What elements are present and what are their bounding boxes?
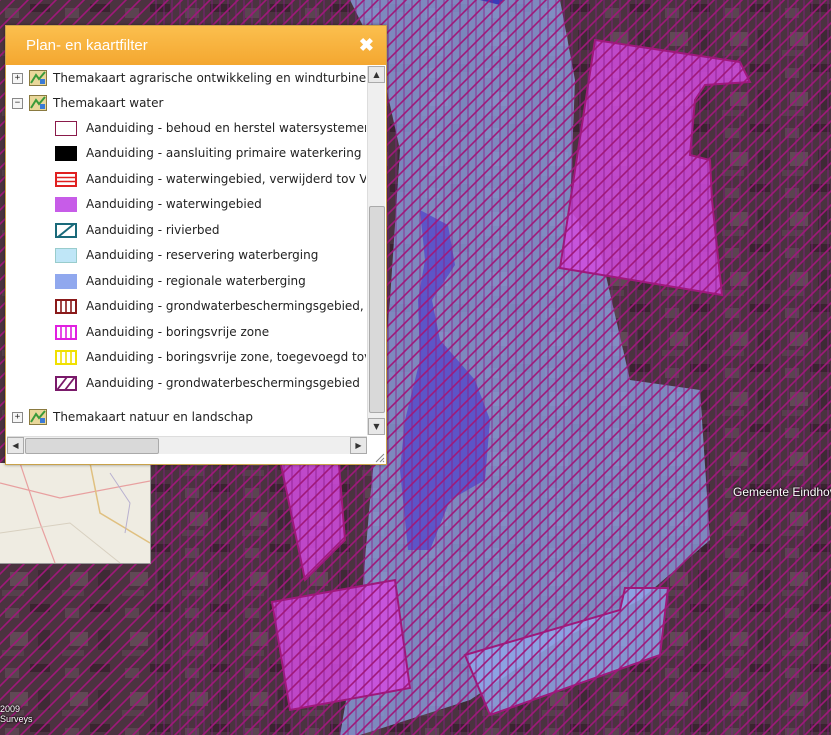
legend-item[interactable]: Aanduiding - regionale waterberging [55,270,306,292]
legend-item[interactable]: Aanduiding - reservering waterberging [55,244,318,266]
expand-icon[interactable]: + [12,411,23,423]
scroll-left-icon[interactable]: ◀ [7,437,24,454]
scroll-down-icon[interactable]: ▼ [368,418,385,435]
legend-swatch [55,375,77,391]
legend-item[interactable]: Aanduiding - grondwaterbeschermingsgebie… [55,295,366,317]
legend-item[interactable]: Aanduiding - waterwingebied, verwijderd … [55,168,366,190]
panel-title: Plan- en kaartfilter [26,37,148,54]
legend-item[interactable]: Aanduiding - aansluiting primaire waterk… [55,142,361,164]
filter-panel: Plan- en kaartfilter ✖ + Themakaart agra… [5,25,387,465]
legend-label: Aanduiding - waterwingebied [86,197,262,211]
map-layer-icon [29,409,47,425]
vertical-scrollbar[interactable]: ▲ ▼ [367,66,385,435]
map-layer-icon [29,95,47,111]
legend-label: Aanduiding - grondwaterbeschermingsgebie… [86,299,366,313]
tree-item-water[interactable]: − Themakaart water [7,91,163,115]
tree-item-agrarische[interactable]: + Themakaart agrarische ontwikkeling en … [7,66,366,90]
legend-item[interactable]: Aanduiding - rivierbed [55,219,220,241]
legend-item[interactable]: Aanduiding - grondwaterbeschermingsgebie… [55,372,360,394]
legend-swatch [55,349,77,365]
copyright-label: 2009 Surveys [0,704,33,724]
resize-grip-icon[interactable] [373,451,385,463]
horizontal-scrollbar[interactable]: ◀ ▶ [7,436,367,454]
place-label: Gemeente Eindhov [733,485,831,499]
legend-label: Aanduiding - aansluiting primaire waterk… [86,146,362,160]
close-icon[interactable]: ✖ [359,26,374,65]
legend-swatch [55,171,77,187]
horizontal-scroll-thumb[interactable] [25,438,159,454]
legend-label: Aanduiding - behoud en herstel watersyst… [86,121,366,135]
legend-swatch [55,145,77,161]
tree-item-label: Themakaart agrarische ontwikkeling en wi… [53,71,366,85]
legend-item[interactable]: Aanduiding - boringsvrije zone, toegevoe… [55,346,366,368]
tree-item-label: Themakaart natuur en landschap [53,410,254,424]
legend-label: Aanduiding - waterwingebied, verwijderd … [86,172,366,186]
legend-item[interactable]: Aanduiding - waterwingebied [55,193,262,215]
legend-label: Aanduiding - regionale waterberging [86,274,306,288]
tree-item-label: Themakaart water [53,96,164,110]
legend-item[interactable]: Aanduiding - boringsvrije zone [55,321,269,343]
expand-icon[interactable]: + [12,72,23,84]
legend-label: Aanduiding - grondwaterbeschermingsgebie… [86,376,360,390]
scroll-up-icon[interactable]: ▲ [368,66,385,83]
scroll-right-icon[interactable]: ▶ [350,437,367,454]
legend-item[interactable]: Aanduiding - behoud en herstel watersyst… [55,117,366,139]
legend-swatch [55,222,77,238]
legend-swatch [55,298,77,314]
legend-swatch [55,120,77,136]
collapse-icon[interactable]: − [12,97,23,109]
legend-label: Aanduiding - boringsvrije zone [86,325,270,339]
tree-item-natuur[interactable]: + Themakaart natuur en landschap [7,405,253,429]
legend-swatch [55,273,77,289]
legend-swatch [55,324,77,340]
legend-swatch [55,196,77,212]
overview-map[interactable] [0,463,151,564]
panel-header: Plan- en kaartfilter ✖ [6,26,386,65]
vertical-scroll-thumb[interactable] [369,206,385,413]
legend-label: Aanduiding - rivierbed [86,223,220,237]
legend-label: Aanduiding - boringsvrije zone, toegevoe… [86,350,366,364]
legend-swatch [55,247,77,263]
layer-tree: + Themakaart agrarische ontwikkeling en … [7,66,366,435]
legend-label: Aanduiding - reservering waterberging [86,248,319,262]
map-layer-icon [29,70,47,86]
